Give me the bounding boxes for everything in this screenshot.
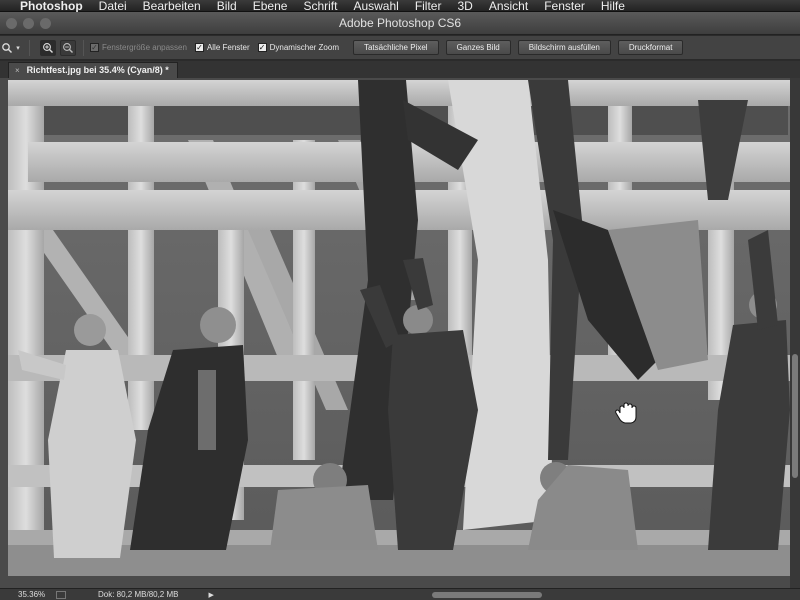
fit-window-checkbox-box[interactable]: ✓ (90, 43, 99, 52)
all-windows-label: Alle Fenster (206, 43, 250, 52)
menu-bearbeiten[interactable]: Bearbeiten (135, 0, 209, 12)
zoom-level-field[interactable]: 35.36% (0, 590, 52, 599)
status-export-icon[interactable] (56, 590, 66, 599)
document-tab-label: Richtfest.jpg bei 35.4% (Cyan/8) * (26, 65, 169, 75)
all-windows-checkbox-box[interactable]: ✓ (194, 43, 204, 52)
zoom-tool-icon[interactable] (0, 41, 14, 55)
menu-app-name[interactable]: Photoshop (18, 0, 91, 12)
menu-bar: Photoshop Datei Bearbeiten Bild Ebene Sc… (0, 0, 800, 12)
scrubby-zoom-label: Dynamischer Zoom (269, 43, 339, 52)
document-tab-strip: × Richtfest.jpg bei 35.4% (Cyan/8) * (0, 61, 800, 78)
menu-auswahl[interactable]: Auswahl (345, 0, 406, 12)
zoom-window-button[interactable] (40, 18, 51, 29)
zoom-in-icon (43, 42, 53, 53)
actual-pixels-button[interactable]: Tatsächliche Pixel (352, 40, 439, 55)
tool-preset-chevron-down-icon[interactable]: ▾ (14, 41, 22, 55)
vertical-scrollbar[interactable] (790, 78, 800, 588)
window-title: Adobe Photoshop CS6 (338, 16, 462, 30)
canvas-area[interactable] (0, 78, 790, 588)
zoom-in-button[interactable] (40, 39, 56, 56)
close-window-button[interactable] (6, 18, 17, 29)
fit-screen-button[interactable]: Ganzes Bild (445, 40, 511, 55)
zoom-out-button[interactable] (60, 39, 76, 56)
fit-window-label: Fenstergröße anpassen (102, 43, 187, 52)
menu-datei[interactable]: Datei (91, 0, 135, 12)
options-divider (83, 39, 84, 56)
menu-3d[interactable]: 3D (449, 0, 480, 12)
all-windows-checkbox[interactable]: ✓ Alle Fenster (194, 43, 250, 52)
menu-hilfe[interactable]: Hilfe (593, 0, 633, 12)
fit-window-checkbox[interactable]: ✓ Fenstergröße anpassen (90, 43, 187, 52)
zoom-out-icon (63, 42, 73, 53)
menu-bild[interactable]: Bild (209, 0, 245, 12)
document-tab[interactable]: × Richtfest.jpg bei 35.4% (Cyan/8) * (8, 62, 178, 78)
menu-ansicht[interactable]: Ansicht (481, 0, 536, 12)
scrubby-zoom-checkbox-box[interactable]: ✓ (257, 43, 267, 52)
document-image[interactable] (8, 80, 790, 576)
menu-filter[interactable]: Filter (407, 0, 450, 12)
horizontal-scrollbar-thumb[interactable] (432, 592, 542, 598)
options-bar: ▾ ✓ Fenstergröße anpassen ✓ Alle Fenster… (0, 36, 800, 60)
menu-ebene[interactable]: Ebene (245, 0, 296, 12)
minimize-window-button[interactable] (23, 18, 34, 29)
print-size-button[interactable]: Druckformat (617, 40, 684, 55)
close-tab-icon[interactable]: × (15, 63, 20, 78)
status-bar: 35.36% Dok: 80,2 MB/80,2 MB ▶ (0, 588, 800, 600)
status-menu-arrow-icon[interactable]: ▶ (208, 591, 213, 599)
fill-screen-button[interactable]: Bildschirm ausfüllen (517, 40, 611, 55)
window-titlebar: Adobe Photoshop CS6 (0, 12, 800, 35)
menu-schrift[interactable]: Schrift (295, 0, 345, 12)
scrubby-zoom-checkbox[interactable]: ✓ Dynamischer Zoom (257, 43, 339, 52)
options-divider (29, 39, 30, 56)
menu-fenster[interactable]: Fenster (536, 0, 593, 12)
vertical-scrollbar-thumb[interactable] (792, 354, 798, 478)
window-controls (6, 18, 51, 29)
document-size-info: Dok: 80,2 MB/80,2 MB (98, 590, 179, 599)
